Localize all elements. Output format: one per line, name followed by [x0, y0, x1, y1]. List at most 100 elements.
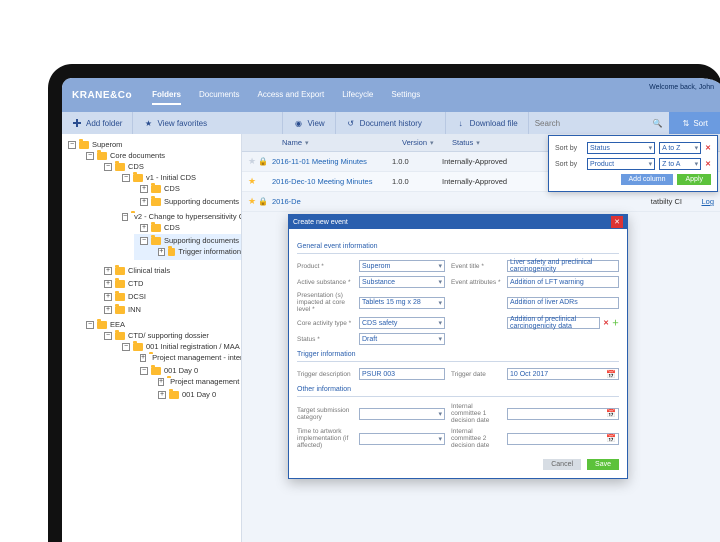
- chevron-down-icon: ▾: [438, 319, 442, 327]
- add-attr-icon[interactable]: ＋: [612, 318, 619, 328]
- folder-icon: [133, 174, 143, 182]
- folder-icon: [115, 306, 125, 314]
- apply-button[interactable]: Apply: [677, 174, 711, 185]
- tree-node[interactable]: −001 Initial registration / MAA: [122, 342, 241, 351]
- col-version[interactable]: Version▾: [402, 138, 452, 147]
- search-input[interactable]: [535, 119, 653, 128]
- status-select[interactable]: Draft▾: [359, 333, 445, 345]
- view-button[interactable]: ◉ View: [283, 112, 335, 134]
- tree-node[interactable]: +Project management - internal documents: [140, 353, 241, 362]
- col-status[interactable]: Status▾: [452, 138, 532, 147]
- cell-version: 1.0.0: [392, 157, 442, 166]
- download-button[interactable]: ↓ Download file: [446, 112, 529, 134]
- cell-version: 1.0.0: [392, 177, 442, 186]
- section-header: Other information: [297, 386, 619, 397]
- committee1-date-input[interactable]: 📅: [507, 408, 619, 420]
- tree-node[interactable]: +Project management - internal documents: [158, 377, 241, 386]
- field-label: Event title *: [451, 263, 501, 270]
- favorite-icon[interactable]: ★: [248, 156, 258, 167]
- event-attribute-input[interactable]: Addition of liver ADRs: [507, 297, 619, 309]
- cell-name[interactable]: 2016-11-01 Meeting Minutes: [272, 157, 392, 166]
- presentation-select[interactable]: Tablets 15 mg x 28▾: [359, 297, 445, 309]
- cell-name[interactable]: 2016-Dec-10 Meeting Minutes: [272, 177, 392, 186]
- tree-node[interactable]: −v2 - Change to hypersensitivity CI: [122, 212, 241, 221]
- add-column-button[interactable]: Add column: [621, 174, 674, 185]
- toolbar-label: Sort: [693, 119, 708, 128]
- folder-icon: [115, 332, 125, 340]
- cell-status: Internally-Approved: [442, 177, 522, 186]
- sort-order-select[interactable]: A to Z▾: [659, 142, 701, 154]
- remove-attr-icon[interactable]: ✕: [603, 319, 609, 327]
- time-to-artwork-select[interactable]: ▾: [359, 433, 445, 445]
- chevron-down-icon: ▾: [438, 435, 442, 443]
- lock-icon: 🔒: [258, 197, 272, 206]
- nav-folders[interactable]: Folders: [152, 86, 181, 105]
- main-nav: Folders Documents Access and Export Life…: [152, 86, 712, 105]
- tree-node[interactable]: −CTD/ supporting dossier: [104, 331, 241, 340]
- event-title-input[interactable]: Liver safety and preclinical carcinogeni…: [507, 260, 619, 272]
- tree-node[interactable]: −Core documents: [86, 151, 241, 160]
- search-box[interactable]: 🔍: [529, 118, 669, 128]
- chevron-down-icon: ▾: [695, 144, 699, 152]
- nav-lifecycle[interactable]: Lifecycle: [342, 86, 373, 105]
- trigger-desc-input[interactable]: PSUR 003: [359, 368, 445, 380]
- field-label: Product *: [297, 263, 353, 270]
- tree-node-selected[interactable]: −Supporting documents: [140, 236, 241, 245]
- event-attribute-input[interactable]: Addition of LFT warning: [507, 276, 619, 288]
- remove-sort-icon[interactable]: ✕: [705, 160, 711, 168]
- main-panel: Name▾ Version▾ Status▾ ★ 🔒 2016-11-01 Me…: [242, 134, 720, 542]
- nav-documents[interactable]: Documents: [199, 86, 239, 105]
- favorite-icon[interactable]: ★: [248, 196, 258, 207]
- folder-icon: [97, 152, 107, 160]
- cancel-button[interactable]: Cancel: [543, 459, 581, 470]
- tree-node[interactable]: −001 Day 0: [140, 366, 241, 375]
- tree-node[interactable]: +001 Day 0: [158, 390, 241, 399]
- tree-node[interactable]: −Superom: [68, 140, 241, 149]
- core-activity-select[interactable]: CDS safety▾: [359, 317, 445, 329]
- col-name[interactable]: Name▾: [282, 138, 402, 147]
- tree-node[interactable]: +Supporting documents: [140, 197, 241, 206]
- cell-trailing: tatbilty CI: [651, 197, 682, 206]
- favorite-icon[interactable]: ★: [248, 176, 258, 187]
- sort-field-select[interactable]: Status▾: [587, 142, 655, 154]
- folder-icon: [151, 198, 161, 206]
- sort-button[interactable]: ⇅ Sort: [669, 112, 720, 134]
- chevron-down-icon: ▾: [476, 139, 480, 147]
- table-row[interactable]: ★ 🔒 2016-De tatbilty CI Log: [242, 192, 720, 212]
- tree-node[interactable]: +DCSI: [104, 292, 241, 301]
- tree-node[interactable]: +Trigger information: [158, 247, 241, 256]
- save-button[interactable]: Save: [587, 459, 619, 470]
- folder-icon: [151, 224, 161, 232]
- tree-node[interactable]: +Clinical trials: [104, 266, 241, 275]
- active-substance-select[interactable]: Substance▾: [359, 276, 445, 288]
- add-folder-button[interactable]: Add folder: [62, 112, 133, 134]
- folder-icon: [115, 267, 125, 275]
- tree-node[interactable]: −v1 - Initial CDS: [122, 173, 241, 182]
- tree-node[interactable]: −CDS: [104, 162, 241, 171]
- cell-name[interactable]: 2016-De: [272, 197, 392, 206]
- tree-node[interactable]: +CDS: [140, 184, 241, 193]
- tree-node[interactable]: +INN: [104, 305, 241, 314]
- calendar-icon: 📅: [606, 434, 616, 443]
- tree-node[interactable]: −EEA: [86, 320, 241, 329]
- field-label: Internal committee 2 decision date: [451, 428, 501, 449]
- close-icon[interactable]: ✕: [611, 216, 623, 228]
- sort-order-select[interactable]: Z to A▾: [659, 158, 701, 170]
- remove-sort-icon[interactable]: ✕: [705, 144, 711, 152]
- sort-field-select[interactable]: Product▾: [587, 158, 655, 170]
- doc-history-button[interactable]: ↺ Document history: [336, 112, 446, 134]
- tree-node[interactable]: +CTD: [104, 279, 241, 288]
- nav-access[interactable]: Access and Export: [257, 86, 324, 105]
- log-link[interactable]: Log: [701, 197, 714, 206]
- history-icon: ↺: [346, 118, 356, 128]
- event-attribute-input[interactable]: Addition of preclinical carcinogenicity …: [507, 317, 600, 329]
- tree-node[interactable]: +CDS: [140, 223, 241, 232]
- nav-settings[interactable]: Settings: [391, 86, 420, 105]
- field-label: Time to artwork implementation (if affec…: [297, 428, 353, 449]
- view-favorites-button[interactable]: ★ View favorites: [133, 112, 283, 134]
- target-submission-select[interactable]: ▾: [359, 408, 445, 420]
- product-select[interactable]: Superom▾: [359, 260, 445, 272]
- committee2-date-input[interactable]: 📅: [507, 433, 619, 445]
- toolbar-label: Download file: [470, 119, 518, 128]
- trigger-date-input[interactable]: 10 Oct 2017📅: [507, 368, 619, 380]
